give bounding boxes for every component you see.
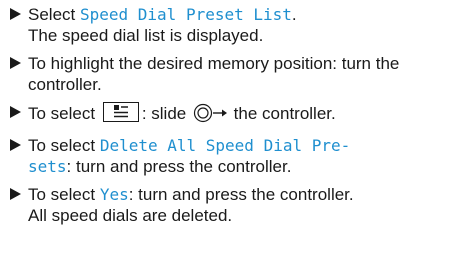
bullet-triangle-icon (10, 188, 21, 200)
list-item: To select Yes: turn and press the contro… (8, 184, 448, 226)
step-result: All speed dials are deleted. (28, 206, 233, 225)
step-text: : turn and press the controller. (128, 185, 354, 204)
list-item: To highlight the desired memory position… (8, 53, 448, 95)
step-text: To highlight the desired memory position… (28, 54, 400, 94)
instruction-list: Select Speed Dial Preset List. The speed… (8, 4, 448, 233)
step-text: : turn and press the controller. (66, 157, 292, 176)
controller-slide-right-icon (193, 103, 227, 128)
menu-item-highlight: Speed Dial Preset List (79, 5, 292, 24)
step-text: . (291, 5, 297, 24)
menu-item-highlight: sets (28, 157, 67, 176)
bullet-triangle-icon (10, 57, 21, 69)
step-result: The speed dial list is displayed. (28, 26, 264, 45)
list-menu-button-icon (102, 102, 139, 122)
step-text: Select (28, 5, 80, 24)
list-item: To select Delete All Speed Dial Pre- set… (8, 135, 448, 177)
bullet-triangle-icon (10, 8, 21, 20)
step-text: : slide (141, 104, 191, 123)
bullet-triangle-icon (10, 106, 21, 118)
list-item: Select Speed Dial Preset List. The speed… (8, 4, 448, 46)
bullet-triangle-icon (10, 139, 21, 151)
menu-item-highlight: Delete All Speed Dial Pre- (99, 136, 351, 155)
list-item: To select : slide the controller. (8, 102, 448, 128)
step-text: To select (28, 136, 100, 155)
step-text: To select (28, 185, 100, 204)
step-text: the controller. (228, 104, 336, 123)
menu-item-highlight: Yes (99, 185, 129, 204)
step-text: To select (28, 104, 100, 123)
